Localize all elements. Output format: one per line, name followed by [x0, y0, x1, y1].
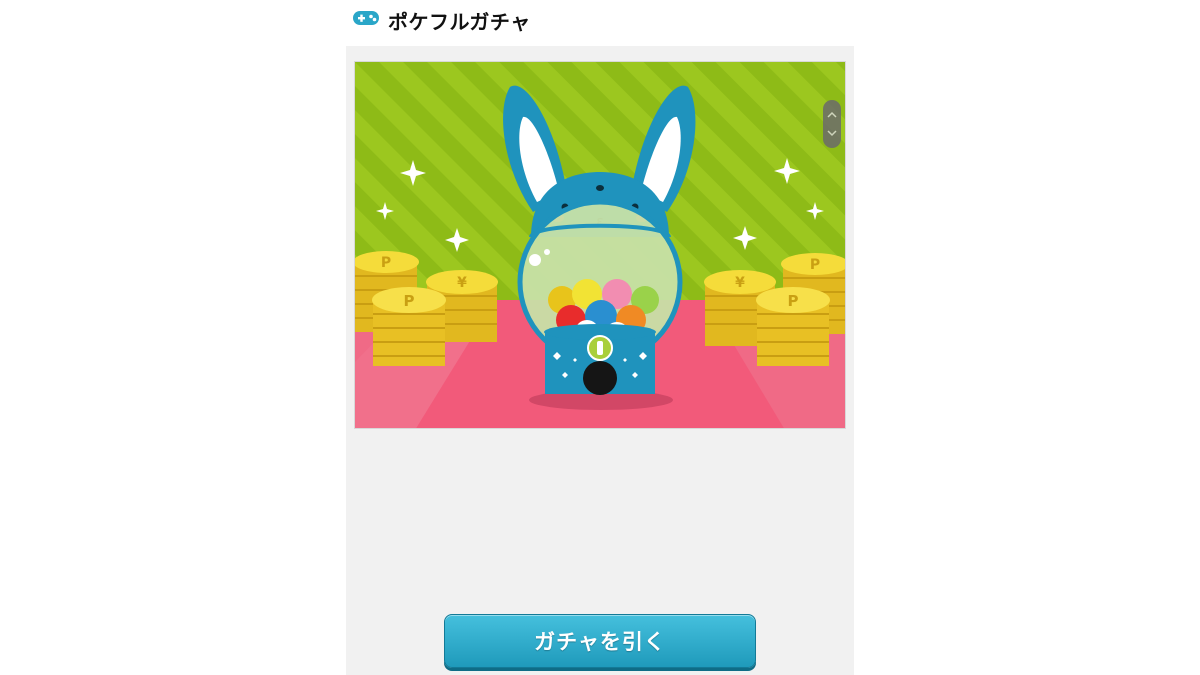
svg-text:P: P: [810, 257, 820, 273]
scroll-handle[interactable]: [823, 100, 841, 148]
svg-text:P: P: [404, 292, 415, 310]
draw-gacha-button[interactable]: ガチャを引く: [444, 614, 756, 668]
gamepad-icon: [352, 8, 380, 32]
gacha-stage: P ¥ P P ¥ P: [354, 61, 846, 429]
page-header: ポケフルガチャ: [352, 4, 531, 36]
svg-text:¥: ¥: [457, 275, 467, 291]
svg-text:¥: ¥: [735, 275, 745, 291]
page-title: ポケフルガチャ: [388, 9, 531, 34]
svg-text:P: P: [788, 292, 799, 310]
svg-text:P: P: [381, 255, 391, 271]
